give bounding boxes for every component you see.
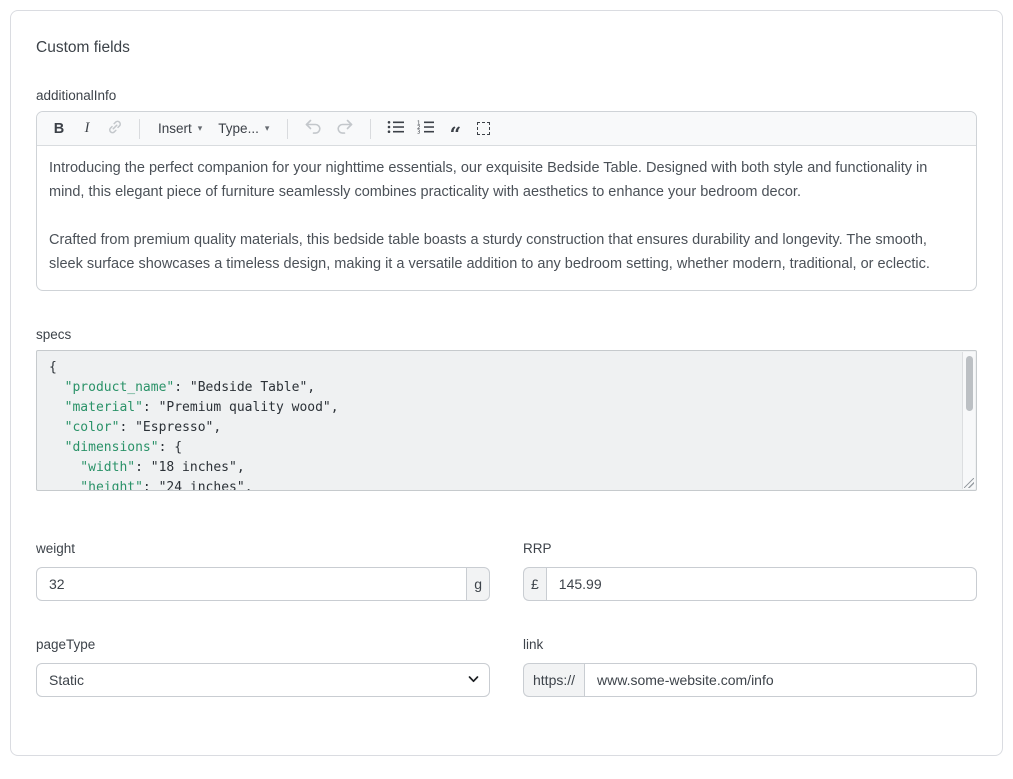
custom-fields-card: Custom fields additionalInfo B I xyxy=(10,10,1003,756)
bold-button[interactable]: B xyxy=(47,117,71,141)
page-title: Custom fields xyxy=(36,39,977,57)
json-value: : "24 inches", xyxy=(143,480,253,491)
rich-text-editor: B I Insert xyxy=(36,111,977,291)
resize-handle[interactable] xyxy=(964,478,974,488)
insert-dropdown-label: Insert xyxy=(158,121,192,136)
embed-button[interactable] xyxy=(471,117,495,141)
svg-text:3: 3 xyxy=(417,130,420,134)
redo-icon xyxy=(335,119,354,138)
specs-code-editor[interactable]: { "product_name": "Bedside Table", "mate… xyxy=(36,350,977,491)
link-button[interactable] xyxy=(103,117,127,141)
link-label: link xyxy=(523,637,977,652)
pagetype-select[interactable]: Static xyxy=(36,663,490,697)
code-line: "dimensions": { xyxy=(49,438,952,458)
editor-paragraph: Introducing the perfect companion for yo… xyxy=(49,156,964,204)
json-key: "material" xyxy=(49,400,143,415)
code-line: "width": "18 inches", xyxy=(49,458,952,478)
weight-field-group: weight g xyxy=(36,541,490,601)
toolbar-divider xyxy=(139,119,140,139)
undo-button[interactable] xyxy=(300,117,327,141)
redo-button[interactable] xyxy=(331,117,358,141)
toolbar-divider xyxy=(370,119,371,139)
code-line: "product_name": "Bedside Table", xyxy=(49,378,952,398)
additional-info-section: additionalInfo B I xyxy=(36,88,977,291)
pagetype-field-group: pageType Static xyxy=(36,637,490,697)
rrp-input[interactable] xyxy=(546,567,977,601)
weight-input[interactable] xyxy=(36,567,467,601)
toolbar-divider xyxy=(287,119,288,139)
editor-paragraph: Crafted from premium quality materials, … xyxy=(49,228,964,276)
rrp-label: RRP xyxy=(523,541,977,556)
json-value: : "Premium quality wood", xyxy=(143,400,339,415)
weight-label: weight xyxy=(36,541,490,556)
json-key: "width" xyxy=(49,460,135,475)
type-dropdown[interactable]: Type... ▾ xyxy=(212,117,275,141)
type-dropdown-label: Type... xyxy=(218,121,259,136)
numbered-list-icon: 123 xyxy=(417,120,435,137)
dashed-square-icon xyxy=(477,122,490,135)
json-value: : "Bedside Table", xyxy=(174,380,315,395)
json-value: : "Espresso", xyxy=(119,420,221,435)
scrollbar[interactable] xyxy=(962,352,975,489)
json-value: : { xyxy=(159,440,182,455)
code-line: "height": "24 inches", xyxy=(49,478,952,491)
quote-icon: “ xyxy=(450,129,462,139)
chevron-down-icon: ▾ xyxy=(265,123,270,134)
chevron-down-icon: ▾ xyxy=(198,123,203,134)
weight-unit-addon: g xyxy=(467,567,490,601)
pagetype-label: pageType xyxy=(36,637,490,652)
additional-info-label: additionalInfo xyxy=(36,88,977,103)
protocol-addon: https:// xyxy=(523,663,584,697)
bullet-list-icon xyxy=(387,120,405,137)
code-line: "material": "Premium quality wood", xyxy=(49,398,952,418)
json-key: "color" xyxy=(49,420,119,435)
editor-toolbar: B I Insert xyxy=(37,112,976,146)
weight-rrp-row: weight g RRP £ xyxy=(36,541,977,601)
rrp-field-group: RRP £ xyxy=(523,541,977,601)
json-value: { xyxy=(49,360,57,375)
numbered-list-button[interactable]: 123 xyxy=(413,117,439,141)
undo-icon xyxy=(304,119,323,138)
specs-code: { "product_name": "Bedside Table", "mate… xyxy=(37,351,976,491)
json-key: "product_name" xyxy=(49,380,174,395)
specs-label: specs xyxy=(36,327,977,342)
json-key: "height" xyxy=(49,480,143,491)
currency-addon: £ xyxy=(523,567,546,601)
editor-content[interactable]: Introducing the perfect companion for yo… xyxy=(37,146,976,290)
bullet-list-button[interactable] xyxy=(383,117,409,141)
link-input[interactable] xyxy=(584,663,977,697)
code-line: "color": "Espresso", xyxy=(49,418,952,438)
insert-dropdown[interactable]: Insert ▾ xyxy=(152,117,208,141)
specs-section: specs { "product_name": "Bedside Table",… xyxy=(36,327,977,491)
link-field-group: link https:// xyxy=(523,637,977,697)
json-key: "dimensions" xyxy=(49,440,159,455)
scrollbar-thumb[interactable] xyxy=(966,356,973,411)
blockquote-button[interactable]: “ xyxy=(443,117,467,141)
pagetype-link-row: pageType Static link https:// xyxy=(36,637,977,697)
link-icon xyxy=(107,119,123,138)
italic-button[interactable]: I xyxy=(75,117,99,141)
code-line: { xyxy=(49,358,952,378)
json-value: : "18 inches", xyxy=(135,460,245,475)
